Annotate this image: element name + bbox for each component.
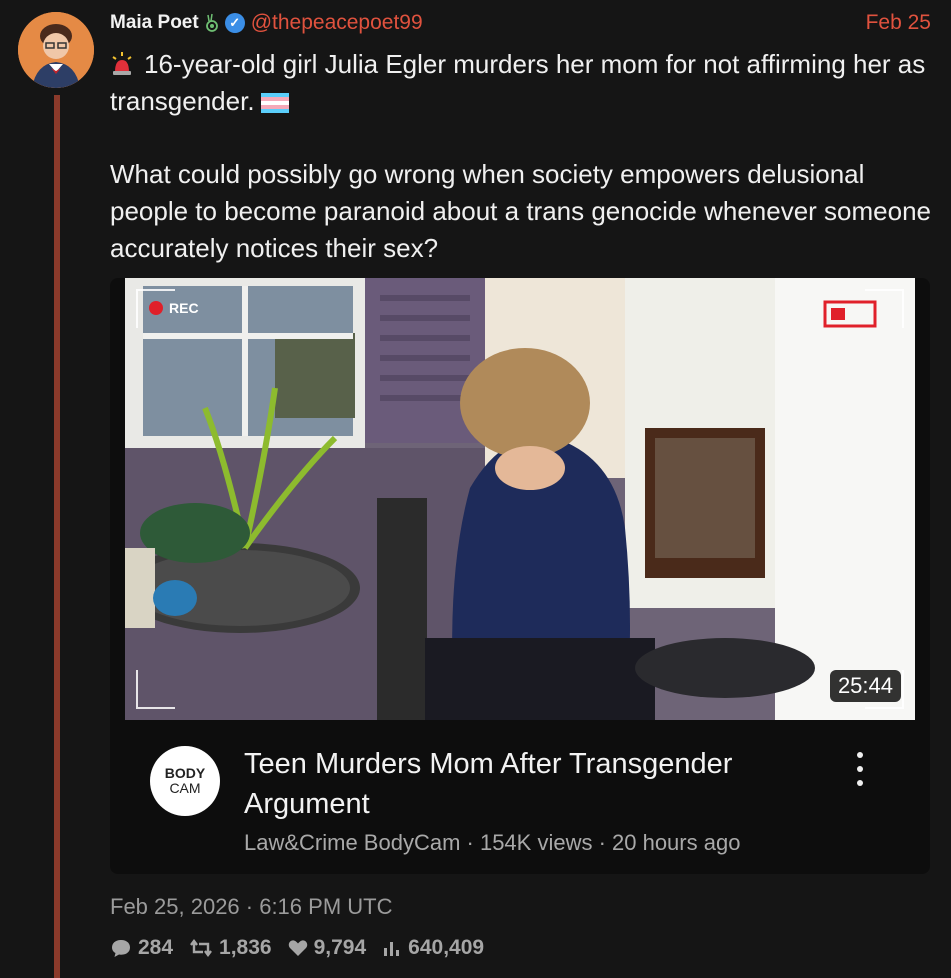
verified-badge-icon: ✓ <box>224 13 245 33</box>
author-handle[interactable]: @thepeacepoet99 <box>251 11 423 35</box>
video-title[interactable]: Teen Murders Mom After Transgender Argum… <box>244 744 834 824</box>
channel-logo-text-top: BODY <box>164 765 206 781</box>
rec-label: REC <box>169 300 199 316</box>
video-card[interactable]: REC 25:44 BODY CAM Teen Murders Mom Afte… <box>110 278 930 874</box>
channel-logo-text-bottom: CAM <box>169 780 201 796</box>
thread-line <box>54 95 60 978</box>
views-stat[interactable]: 640,409 <box>382 936 484 960</box>
tweet-text-line-1: 16-year-old girl Julia Egler murders her… <box>110 49 926 116</box>
retweet-count: 1,836 <box>219 936 272 959</box>
video-thumbnail[interactable]: REC 25:44 <box>125 278 915 720</box>
tweet-timestamp[interactable]: Feb 25, 2026 · 6:16 PM UTC <box>110 894 392 920</box>
retweet-icon <box>190 939 213 957</box>
tweet-paragraph-1: 16-year-old girl Julia Egler murders her… <box>110 46 940 120</box>
video-meta: Law&Crime BodyCam · 154K views · 20 hour… <box>244 830 741 855</box>
avatar[interactable] <box>18 12 94 88</box>
tweet-header: Maia Poet ✓ @thepeacepoet99 Feb 25 <box>110 10 931 36</box>
heart-icon <box>288 940 307 956</box>
thumbnail-scene <box>125 278 915 720</box>
reply-stat[interactable]: 284 <box>110 936 173 960</box>
tweet-paragraph-2: What could possibly go wrong when societ… <box>110 159 932 263</box>
reply-icon <box>112 940 130 957</box>
reply-count: 284 <box>138 936 174 959</box>
tweet-body: 16-year-old girl Julia Egler murders her… <box>110 46 940 267</box>
retweet-stat[interactable]: 1,836 <box>189 936 272 960</box>
channel-avatar[interactable]: BODY CAM <box>150 746 220 816</box>
views-chart-icon <box>384 942 400 956</box>
views-count: 640,409 <box>408 936 485 959</box>
transgender-flag-icon <box>260 93 289 114</box>
video-duration: 25:44 <box>829 670 901 702</box>
rec-dot-icon <box>149 301 163 315</box>
like-count: 9,794 <box>313 936 367 959</box>
rec-indicator: REC <box>149 300 199 316</box>
like-stat[interactable]: 9,794 <box>288 936 367 960</box>
siren-emoji-icon <box>112 52 132 75</box>
tweet-stats: 284 1,836 9,794 640,409 <box>110 936 500 960</box>
author-name[interactable]: Maia Poet <box>110 12 199 34</box>
avatar-image <box>18 12 94 88</box>
snail-icon <box>205 13 218 32</box>
tweet-date-link[interactable]: Feb 25 <box>866 11 931 35</box>
more-options-icon[interactable] <box>850 752 870 786</box>
